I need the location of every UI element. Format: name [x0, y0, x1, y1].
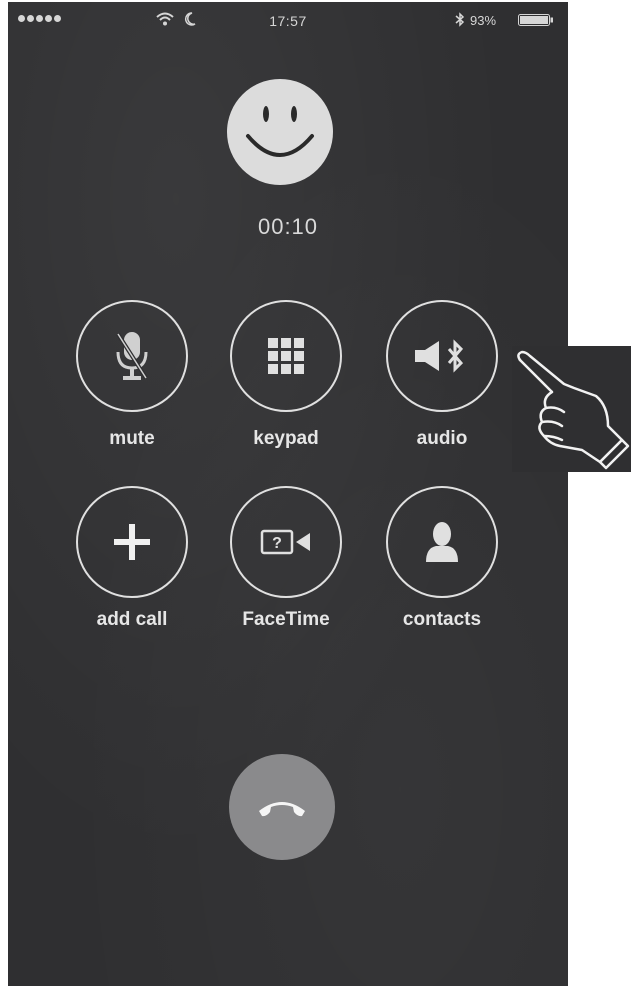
contacts-label: contacts	[402, 609, 482, 630]
speaker-bluetooth-icon	[415, 339, 464, 373]
bluetooth-icon	[455, 12, 465, 27]
battery-icon	[518, 14, 553, 26]
microphone-muted-icon	[116, 332, 148, 380]
mute-button[interactable]	[76, 300, 188, 412]
audio-button[interactable]	[386, 300, 498, 412]
audio-label: audio	[416, 428, 468, 449]
mute-label: mute	[109, 428, 155, 449]
svg-text:?: ?	[272, 535, 282, 552]
end-call-phone-icon	[259, 802, 305, 817]
status-bar: 17:57 93%	[8, 2, 568, 40]
battery-percent: 93%	[470, 13, 497, 28]
contacts-button[interactable]	[386, 486, 498, 598]
keypad-label: keypad	[253, 428, 319, 449]
add-call-label: add call	[96, 609, 168, 630]
keypad-grid-icon	[268, 338, 304, 374]
add-call-button[interactable]	[76, 486, 188, 598]
plus-icon	[114, 524, 150, 560]
facetime-camera-icon: ?	[260, 529, 310, 555]
pointing-hand-icon	[517, 350, 630, 470]
keypad-button[interactable]	[230, 300, 342, 412]
call-timer: 00:10	[257, 214, 319, 239]
facetime-button[interactable]: ?	[230, 486, 342, 598]
facetime-label: FaceTime	[242, 609, 330, 630]
smiley-face-icon	[227, 79, 333, 185]
end-call-button[interactable]	[229, 754, 335, 860]
call-screen: 17:57 93% 00:10 mute keypad audio add ca…	[8, 2, 568, 986]
contact-person-icon	[426, 522, 458, 562]
